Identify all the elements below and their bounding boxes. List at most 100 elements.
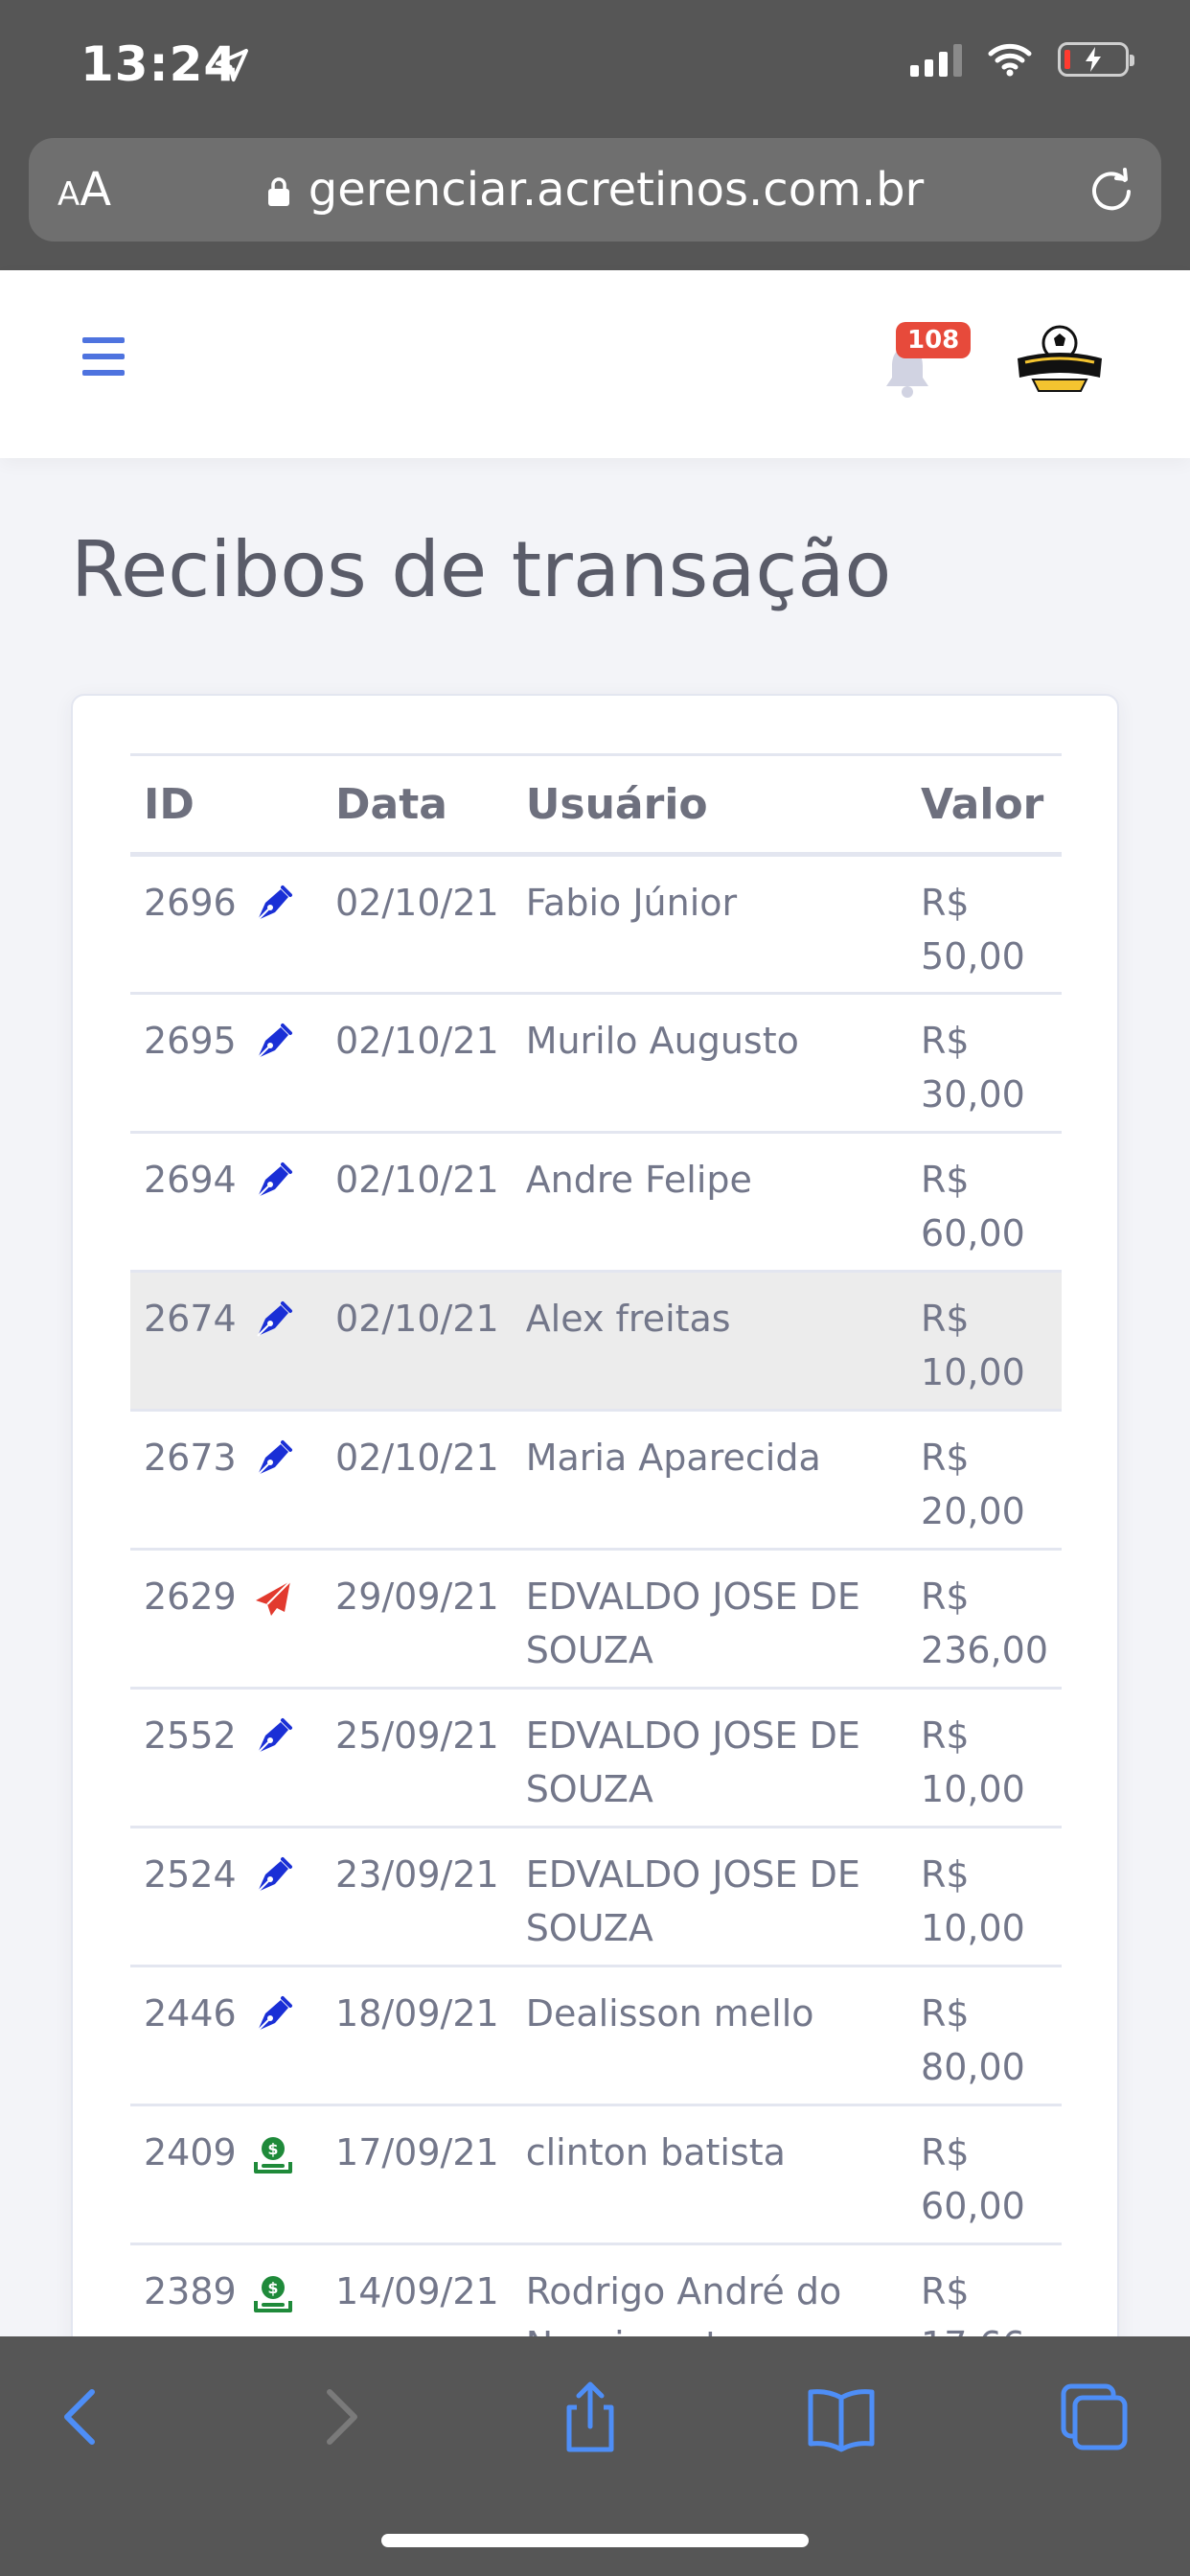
receipt-date: 23/09/21	[322, 1827, 513, 1967]
ios-status-bar: 13:24 AA gerenciar.acretinos.com.br	[0, 0, 1190, 270]
receipt-type-cell: $	[249, 2104, 323, 2245]
receipt-type-cell	[249, 993, 323, 1134]
pen-nib-icon[interactable]	[252, 1994, 294, 2036]
column-header-value[interactable]: Valor	[907, 753, 1062, 857]
receipt-date: 17/09/21	[322, 2104, 513, 2245]
money-deposit-icon[interactable]: $	[252, 2272, 294, 2314]
app-header: 108	[0, 270, 1190, 458]
pen-nib-icon[interactable]	[252, 1438, 294, 1481]
receipt-value: R$ 10,00	[907, 1827, 1062, 1967]
receipt-date: 25/09/21	[322, 1688, 513, 1828]
receipt-id: 2446	[130, 1966, 250, 2106]
receipt-user: EDVALDO JOSE DE SOUZA	[512, 1549, 908, 1690]
receipt-date: 02/10/21	[322, 1410, 513, 1551]
svg-text:$: $	[267, 2140, 278, 2158]
receipt-id: 2694	[130, 1132, 250, 1273]
receipt-id: 2409	[130, 2104, 250, 2245]
pen-nib-icon[interactable]	[252, 884, 294, 926]
table-row[interactable]: 2409 $17/09/21 clinton batista R$ 60,00	[130, 2104, 1062, 2245]
receipt-user: Murilo Augusto	[512, 993, 908, 1134]
money-deposit-icon[interactable]: $	[252, 2133, 294, 2175]
back-icon[interactable]	[44, 2379, 121, 2455]
column-header-user[interactable]: Usuário	[512, 753, 908, 857]
cellular-signal-icon	[910, 42, 962, 77]
pen-nib-icon[interactable]	[252, 1300, 294, 1342]
tabs-icon[interactable]	[1056, 2379, 1133, 2455]
table-row[interactable]: 2695 02/10/21 Murilo Augusto R$ 30,00	[130, 993, 1062, 1134]
table-header-row: ID Data Usuário Valor	[130, 753, 1062, 857]
receipt-type-cell	[249, 1827, 323, 1967]
receipt-date: 02/10/21	[322, 993, 513, 1134]
receipt-value: R$ 60,00	[907, 1132, 1062, 1273]
receipt-value: R$ 60,00	[907, 2104, 1062, 2245]
receipt-value: R$ 10,00	[907, 1688, 1062, 1828]
receipt-type-cell	[249, 1271, 323, 1412]
receipt-id: 2674	[130, 1271, 250, 1412]
receipt-value: R$ 80,00	[907, 1966, 1062, 2106]
table-row[interactable]: 2674 02/10/21 Alex freitas R$ 10,00	[130, 1271, 1062, 1412]
receipt-type-cell	[249, 854, 323, 995]
receipt-date: 02/10/21	[322, 854, 513, 995]
wifi-icon	[988, 43, 1032, 77]
table-row[interactable]: 2446 18/09/21 Dealisson mello R$ 80,00	[130, 1966, 1062, 2106]
lock-icon	[267, 177, 289, 206]
pen-nib-icon[interactable]	[252, 1022, 294, 1064]
pen-nib-icon[interactable]	[252, 1161, 294, 1203]
receipt-value: R$ 20,00	[907, 1410, 1062, 1551]
table-row[interactable]: 2696 02/10/21 Fabio Júnior R$ 50,00	[130, 854, 1062, 995]
location-arrow-icon	[216, 49, 248, 81]
receipt-id: 2695	[130, 993, 250, 1134]
address-bar[interactable]: AA gerenciar.acretinos.com.br	[29, 138, 1161, 242]
receipt-user: EDVALDO JOSE DE SOUZA	[512, 1688, 908, 1828]
receipt-user: Andre Felipe	[512, 1132, 908, 1273]
column-header-icon	[249, 753, 323, 857]
receipt-date: 29/09/21	[322, 1549, 513, 1690]
receipts-table: ID Data Usuário Valor 2696 02/10/21 Fabio …	[130, 753, 1062, 2384]
home-indicator[interactable]	[381, 2534, 809, 2547]
receipt-id: 2673	[130, 1410, 250, 1551]
receipt-type-cell	[249, 1966, 323, 2106]
battery-charging-icon	[1058, 42, 1134, 77]
table-row[interactable]: 2552 25/09/21 EDVALDO JOSE DE SOUZA R$ 10,0…	[130, 1688, 1062, 1828]
receipt-date: 02/10/21	[322, 1132, 513, 1273]
receipt-user: Fabio Júnior	[512, 854, 908, 995]
pen-nib-icon[interactable]	[252, 1855, 294, 1898]
receipt-id: 2696	[130, 854, 250, 995]
receipt-type-cell	[249, 1688, 323, 1828]
receipt-value: R$ 30,00	[907, 993, 1062, 1134]
column-header-id[interactable]: ID	[130, 753, 250, 857]
menu-toggle-button[interactable]	[82, 337, 125, 376]
receipt-value: R$ 50,00	[907, 854, 1062, 995]
receipt-id: 2524	[130, 1827, 250, 1967]
pen-nib-icon[interactable]	[252, 1716, 294, 1759]
receipt-date: 02/10/21	[322, 1271, 513, 1412]
receipt-date: 18/09/21	[322, 1966, 513, 2106]
receipt-user: EDVALDO JOSE DE SOUZA	[512, 1827, 908, 1967]
share-icon[interactable]	[552, 2379, 629, 2455]
receipt-type-cell	[249, 1410, 323, 1551]
receipts-card: ID Data Usuário Valor 2696 02/10/21 Fabio …	[71, 694, 1119, 2576]
receipt-id: 2629	[130, 1549, 250, 1690]
notification-badge: 108	[896, 322, 972, 358]
receipt-user: clinton batista	[512, 2104, 908, 2245]
table-row[interactable]: 2673 02/10/21 Maria Aparecida R$ 20,00	[130, 1410, 1062, 1551]
bookmarks-icon[interactable]	[803, 2379, 880, 2455]
reload-icon[interactable]	[1087, 165, 1136, 215]
receipt-user: Dealisson mello	[512, 1966, 908, 2106]
paper-plane-icon[interactable]	[252, 1577, 294, 1620]
forward-icon[interactable]	[301, 2379, 378, 2455]
table-row[interactable]: 2629 29/09/21 EDVALDO JOSE DE SOUZA R$ 236,…	[130, 1549, 1062, 1690]
table-row[interactable]: 2694 02/10/21 Andre Felipe R$ 60,00	[130, 1132, 1062, 1273]
receipt-id: 2552	[130, 1688, 250, 1828]
receipt-value: R$ 10,00	[907, 1271, 1062, 1412]
receipt-user: Maria Aparecida	[512, 1410, 908, 1551]
receipt-type-cell	[249, 1132, 323, 1273]
url-text: gerenciar.acretinos.com.br	[308, 163, 925, 217]
receipt-value: R$ 236,00	[907, 1549, 1062, 1690]
acretinos-logo[interactable]	[1010, 320, 1110, 401]
receipt-type-cell	[249, 1549, 323, 1690]
receipt-user: Alex freitas	[512, 1271, 908, 1412]
column-header-date[interactable]: Data	[322, 753, 513, 857]
table-row[interactable]: 2524 23/09/21 EDVALDO JOSE DE SOUZA R$ 10,0…	[130, 1827, 1062, 1967]
svg-text:$: $	[267, 2279, 278, 2297]
